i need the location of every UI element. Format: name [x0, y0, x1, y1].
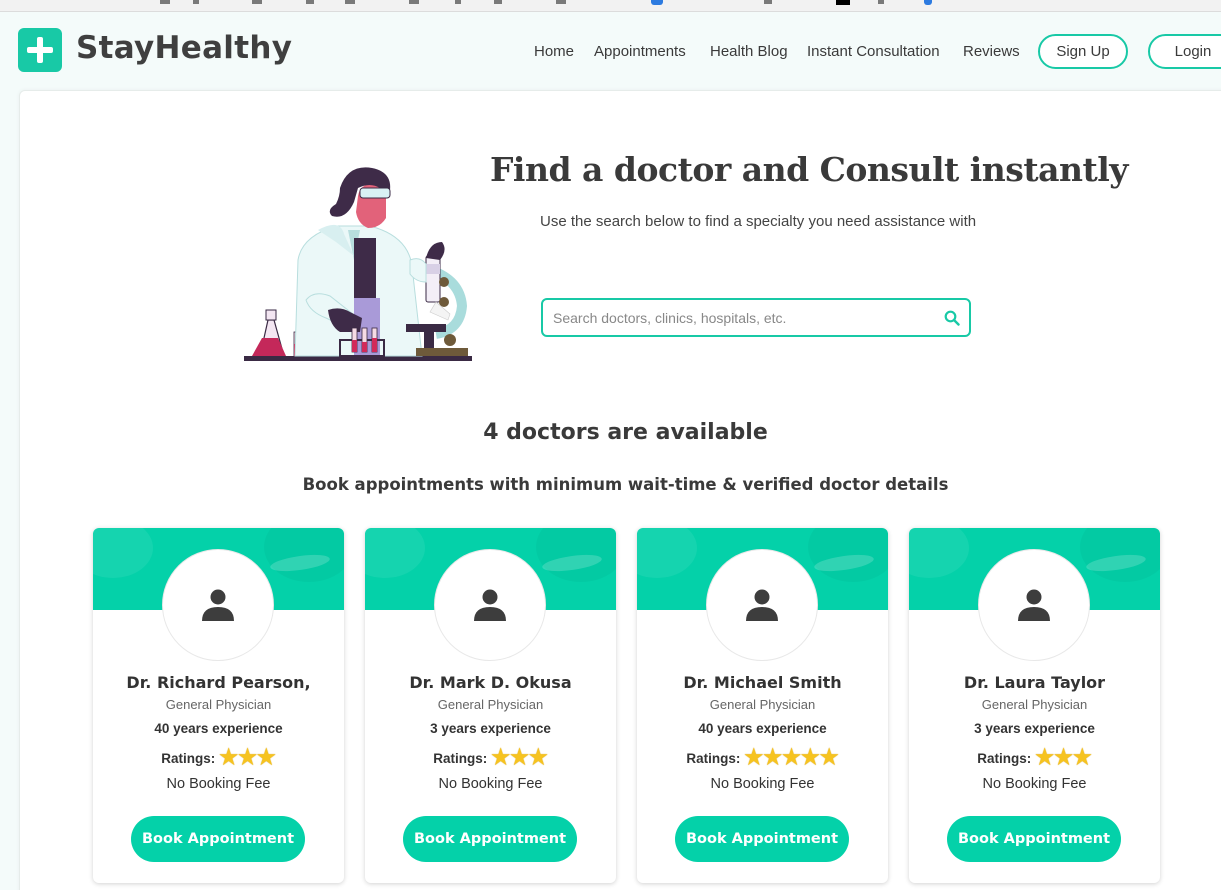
rating-stars: ★ ★ ★ [491, 746, 548, 769]
avatar [706, 549, 818, 661]
doctor-rating: Ratings: ★ ★ ★ ★ ★ [637, 746, 888, 769]
star-icon: ★ [782, 746, 801, 769]
nav-home-link[interactable]: Home [534, 43, 574, 60]
doctor-experience: 40 years experience [698, 721, 827, 736]
star-icon: ★ [238, 746, 257, 769]
login-button[interactable]: Login [1148, 34, 1221, 69]
search-input[interactable] [553, 307, 933, 329]
book-appointment-button[interactable]: Book Appointment [403, 816, 577, 862]
plus-icon[interactable] [18, 28, 62, 72]
doctor-rating: Ratings: ★ ★ ★ [909, 746, 1160, 769]
doctor-card: Dr. Richard Pearson, General Physician 4… [93, 528, 344, 883]
rating-label: Ratings: [161, 750, 216, 766]
doctor-card: Dr. Mark D. Okusa General Physician 3 ye… [365, 528, 616, 883]
doctor-name: Dr. Laura Taylor [963, 673, 1106, 692]
nav-health-blog-link[interactable]: Health Blog [710, 43, 788, 60]
doctor-illustration [240, 160, 480, 375]
star-icon: ★ [819, 746, 839, 769]
star-icon: ★ [491, 746, 511, 769]
nav-reviews-link[interactable]: Reviews [963, 43, 1020, 60]
rating-label: Ratings: [977, 750, 1032, 766]
doctor-fee: No Booking Fee [710, 776, 815, 792]
search-box [541, 298, 971, 337]
doctor-name: Dr. Mark D. Okusa [409, 673, 572, 692]
doctors-count-subtitle: Book appointments with minimum wait-time… [302, 475, 949, 494]
book-appointment-button[interactable]: Book Appointment [131, 816, 305, 862]
doctor-experience: 3 years experience [430, 721, 551, 736]
hero-subtitle: Use the search below to find a specialty… [540, 213, 977, 230]
doctor-name: Dr. Michael Smith [683, 673, 842, 692]
browser-top-strip [0, 0, 1221, 12]
nav-instant-consultation-link[interactable]: Instant Consultation [807, 43, 940, 60]
star-icon: ★ [1072, 746, 1092, 769]
doctor-rating: Ratings: ★ ★ ★ [365, 746, 616, 769]
hero-title: Find a doctor and Consult instantly [490, 150, 1128, 189]
doctor-specialty: General Physician [165, 697, 272, 712]
rating-stars: ★ ★ ★ [219, 746, 276, 769]
star-icon: ★ [256, 746, 276, 769]
star-icon: ★ [1054, 746, 1073, 769]
signup-button[interactable]: Sign Up [1038, 34, 1128, 69]
doctor-specialty: General Physician [709, 697, 816, 712]
doctor-experience: 40 years experience [154, 721, 283, 736]
doctor-experience: 3 years experience [974, 721, 1095, 736]
user-icon [1018, 589, 1050, 621]
user-icon [746, 589, 778, 621]
book-appointment-button[interactable]: Book Appointment [947, 816, 1121, 862]
rating-label: Ratings: [686, 750, 741, 766]
user-icon [474, 589, 506, 621]
star-icon: ★ [763, 746, 783, 769]
doctor-name: Dr. Richard Pearson, [126, 673, 311, 692]
doctor-fee: No Booking Fee [982, 776, 1087, 792]
avatar [434, 549, 546, 661]
doctor-rating: Ratings: ★ ★ ★ [93, 746, 344, 769]
user-icon [202, 589, 234, 621]
avatar [162, 549, 274, 661]
star-icon: ★ [528, 746, 548, 769]
star-icon: ★ [800, 746, 820, 769]
search-icon[interactable] [944, 310, 960, 326]
star-icon: ★ [744, 746, 764, 769]
star-icon: ★ [219, 746, 239, 769]
doctors-count-heading: 4 doctors are available [483, 420, 768, 445]
nav-appointments-link[interactable]: Appointments [594, 43, 686, 60]
star-icon: ★ [510, 746, 529, 769]
doctor-card: Dr. Laura Taylor General Physician 3 yea… [909, 528, 1160, 883]
avatar [978, 549, 1090, 661]
star-icon: ★ [1035, 746, 1055, 769]
rating-stars: ★ ★ ★ [1035, 746, 1092, 769]
book-appointment-button[interactable]: Book Appointment [675, 816, 849, 862]
doctor-fee: No Booking Fee [166, 776, 271, 792]
doctor-card: Dr. Michael Smith General Physician 40 y… [637, 528, 888, 883]
rating-label: Ratings: [433, 750, 488, 766]
doctor-fee: No Booking Fee [438, 776, 543, 792]
navbar: StayHealthy Home Appointments Health Blo… [0, 12, 1221, 90]
doctor-specialty: General Physician [437, 697, 544, 712]
rating-stars: ★ ★ ★ ★ ★ [744, 746, 839, 769]
brand-name[interactable]: StayHealthy [76, 30, 292, 66]
doctor-specialty: General Physician [981, 697, 1088, 712]
